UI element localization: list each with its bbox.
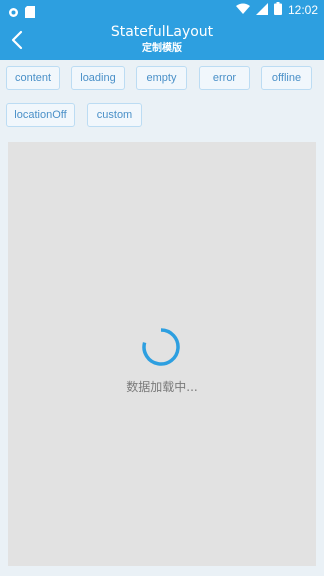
loading-text: 数据加载中... <box>126 380 198 394</box>
loading-spinner-icon <box>141 327 181 367</box>
empty-button[interactable]: empty <box>136 66 187 90</box>
page-subtitle: 定制模版 <box>142 43 182 54</box>
signal-icon <box>255 2 268 18</box>
custom-button[interactable]: custom <box>87 103 142 127</box>
error-button[interactable]: error <box>199 66 250 90</box>
content-button[interactable]: content <box>6 66 60 90</box>
page-title: StatefulLayout <box>110 24 214 40</box>
offline-button[interactable]: offline <box>261 66 312 90</box>
wifi-icon <box>235 3 250 18</box>
location-off-button[interactable]: locationOff <box>6 103 75 127</box>
toolbar: StatefulLayout 定制模版 <box>0 20 324 60</box>
loading-button[interactable]: loading <box>71 66 125 90</box>
stateful-content-area: 数据加载中... <box>8 142 316 566</box>
status-bar: 12:02 <box>0 0 324 20</box>
battery-icon <box>273 2 282 18</box>
clock-time: 12:02 <box>287 3 318 17</box>
